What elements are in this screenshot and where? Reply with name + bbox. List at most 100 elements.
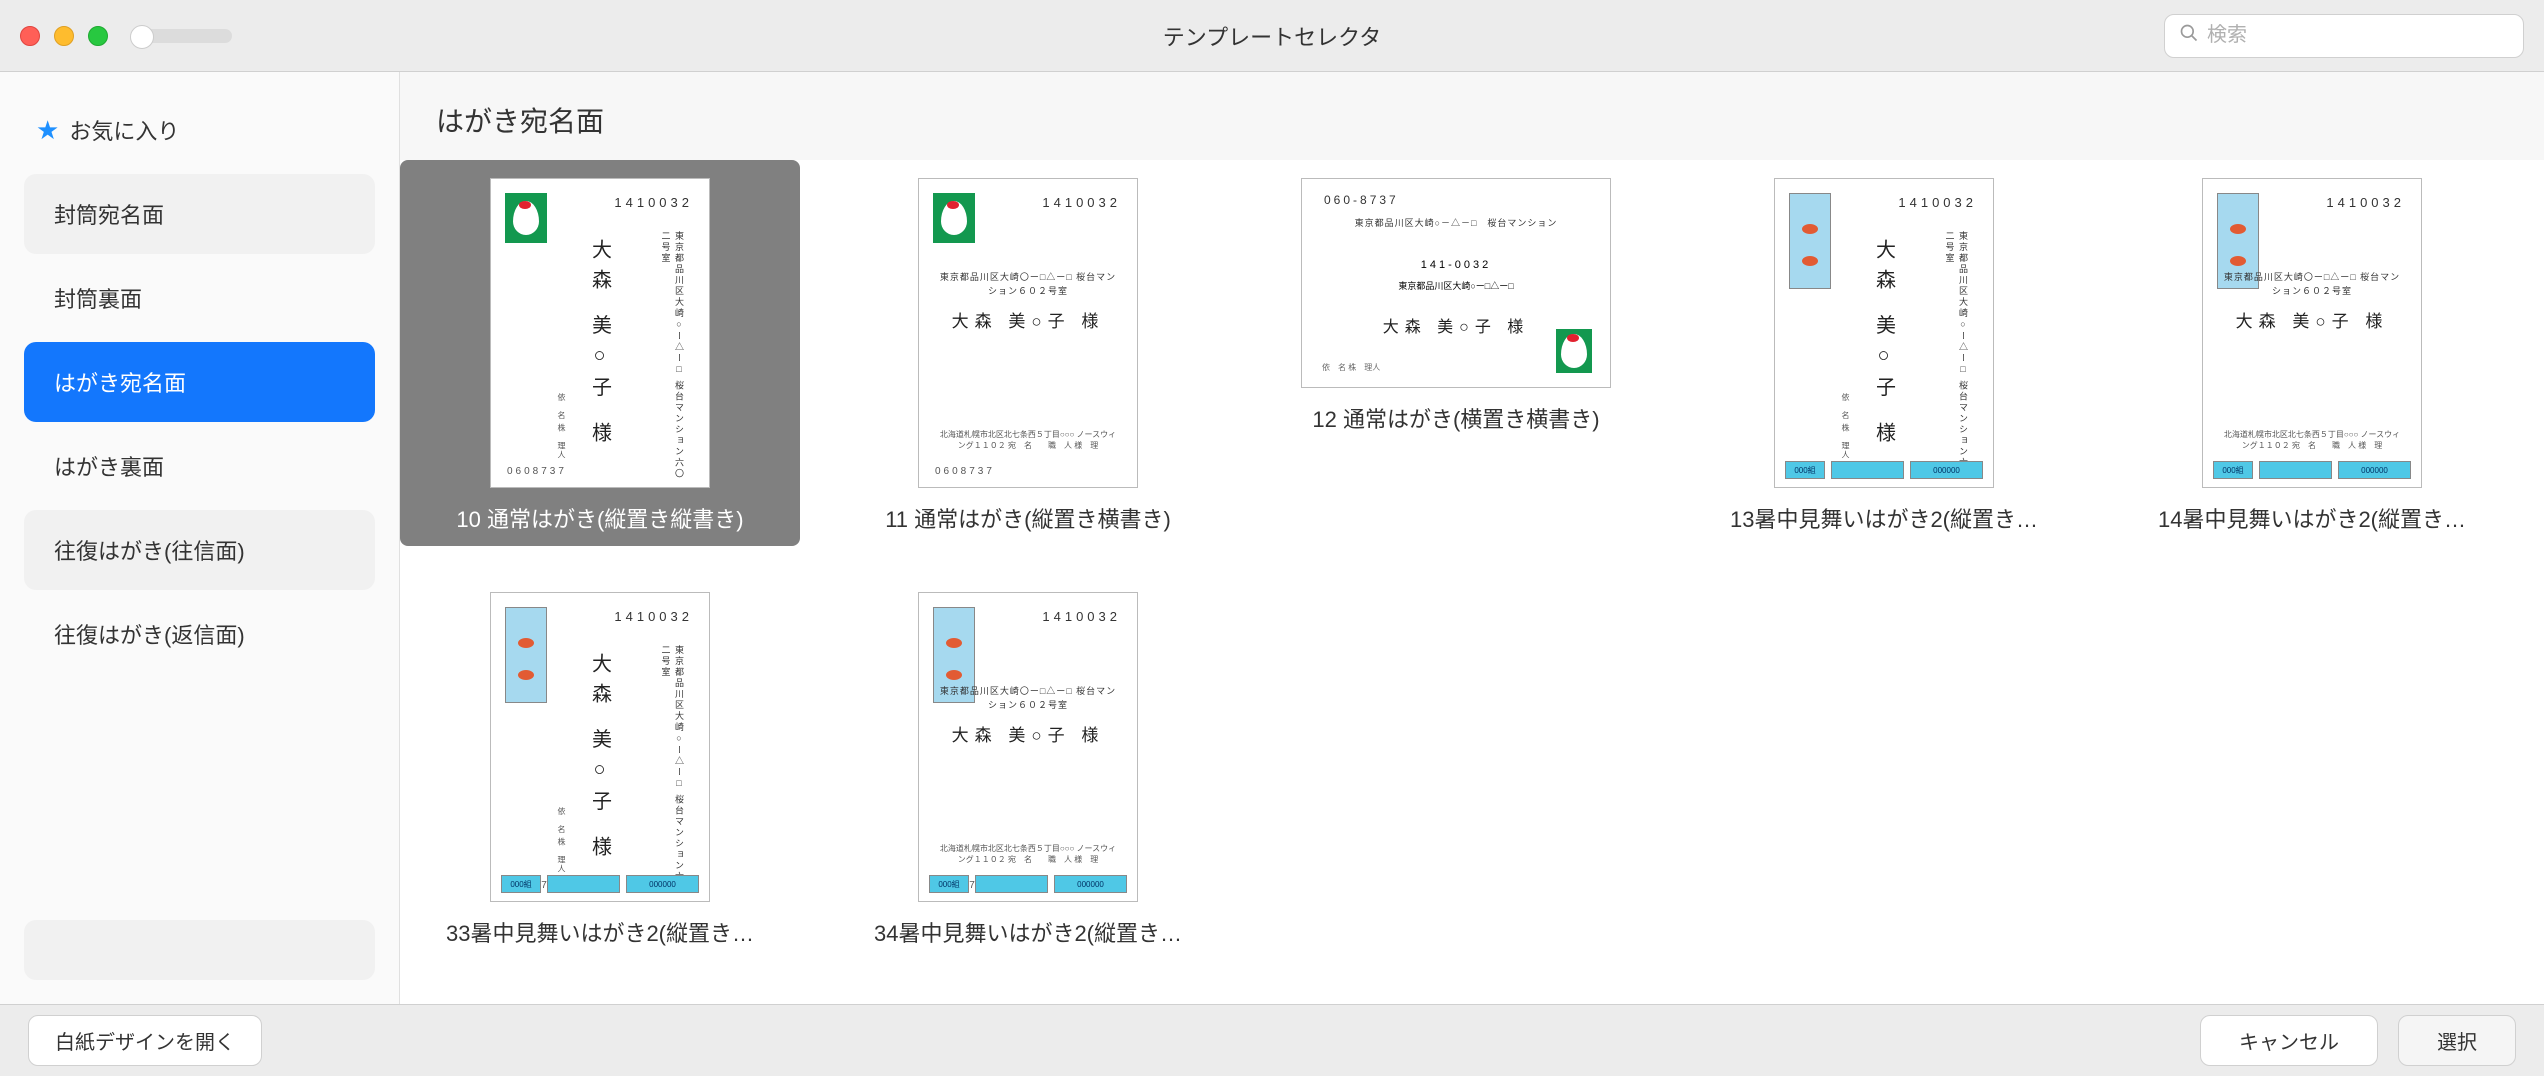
bluebar-right: 000000: [626, 875, 699, 893]
thumb-recipient-address: 東京都品川区大崎〇ー□△ー□ 桜台マンション６０２号室: [919, 271, 1137, 298]
sidebar-item-postcard-address[interactable]: はがき宛名面: [24, 342, 375, 422]
stamp-icon: [1556, 329, 1592, 373]
thumb-bluebar: 000組 000000: [929, 875, 1127, 893]
bluebar-left: 000組: [2213, 461, 2253, 479]
thumb-recipient-zip: 1410032: [1042, 609, 1121, 624]
sidebar-item-label: はがき宛名面: [54, 366, 186, 398]
template-cell[interactable]: 1410032 東京都品川区大崎○ー△ー□ 桜台マンション六〇二号室 大森 美○…: [400, 574, 800, 960]
bluebar-right: 000000: [1910, 461, 1983, 479]
thumb-recipient-name: 大森 美○子 様: [919, 721, 1137, 746]
bluebar-mid: [2259, 461, 2332, 479]
template-thumb: 1410032 東京都品川区大崎〇ー□△ー□ 桜台マンション６０２号室 大森 美…: [918, 178, 1138, 488]
content-header: はがき宛名面: [400, 72, 2544, 160]
thumb-recipient-zip: 1410032: [1042, 195, 1121, 210]
template-cell[interactable]: 1410032 東京都品川区大崎〇ー□△ー□ 桜台マンション６０２号室 大森 美…: [2112, 160, 2512, 546]
sidebar-item-label: 封筒裏面: [54, 282, 142, 314]
content-panel: はがき宛名面 1410032 東京都品川区大崎○ー△ー□ 桜台マンション六〇二号…: [400, 72, 2544, 1004]
template-cell[interactable]: 1410032 東京都品川区大崎〇ー□△ー□ 桜台マンション６０２号室 大森 美…: [828, 160, 1228, 546]
template-cell[interactable]: 1410032 東京都品川区大崎〇ー□△ー□ 桜台マンション６０２号室 大森 美…: [828, 574, 1228, 960]
template-thumb: 1410032 東京都品川区大崎○ー△ー□ 桜台マンション六〇二号室 大森 美○…: [490, 178, 710, 488]
thumb-recipient-address: 東京都品川区大崎○ー△ー□ 桜台マンション六〇二号室: [658, 645, 685, 901]
thumb-recipient-address: 東京都品川区大崎〇ー□△ー□ 桜台マンション６０２号室: [2203, 271, 2421, 298]
bluebar-left: 000組: [1785, 461, 1825, 479]
bluebar-right: 000000: [1054, 875, 1127, 893]
thumb-recipient-address: 東京都品川区大崎○ー□△ー□: [1302, 279, 1610, 292]
thumb-recipient-zip: 1410032: [1898, 195, 1977, 210]
thumb-recipient-zip: 1410032: [614, 195, 693, 210]
thumb-sender: 依 名 株 理人: [1322, 362, 1380, 373]
thumb-recipient-zip: 1410032: [2326, 195, 2405, 210]
thumb-recipient-address: 東京都品川区大崎○ー△ー□ 桜台マンション六〇二号室: [658, 231, 685, 487]
template-thumb: 1410032 東京都品川区大崎○ー△ー□ 桜台マンション六〇二号室 大森 美○…: [490, 592, 710, 902]
sidebar-item-envelope-address[interactable]: 封筒宛名面: [24, 174, 375, 254]
sidebar-favorites-label: お気に入り: [69, 114, 179, 146]
sidebar-item-postcard-back[interactable]: はがき裏面: [24, 426, 375, 506]
thumb-sender: 依 名 株 理人: [507, 807, 567, 873]
goldfish-icon: [1789, 193, 1831, 289]
search-box[interactable]: [2164, 14, 2524, 58]
search-icon: [2179, 23, 2199, 49]
sidebar-favorites[interactable]: ★ お気に入り: [24, 96, 375, 170]
sidebar-item-envelope-back[interactable]: 封筒裏面: [24, 258, 375, 338]
thumb-sender: 北海道札幌市北区北七条西５丁目○○○ ノースウィング１１０２ 宛 名 職 人 様…: [919, 429, 1137, 451]
thumb-sender-zip: 0608737: [507, 466, 567, 477]
blank-design-button[interactable]: 白紙デザインを開く: [28, 1015, 262, 1066]
template-label: 12 通常はがき(横置き横書き): [1312, 402, 1599, 434]
bluebar-left: 000組: [501, 875, 541, 893]
bluebar-mid: [975, 875, 1048, 893]
thumb-recipient-name: 大森 美○子 様: [1870, 239, 1899, 452]
minimize-window-button[interactable]: [54, 26, 74, 46]
thumb-bluebar: 000組 000000: [501, 875, 699, 893]
sidebar-item-reply-outgoing[interactable]: 往復はがき(往信面): [24, 510, 375, 590]
thumb-sender: 北海道札幌市北区北七条西５丁目○○○ ノースウィング１１０２ 宛 名 職 人 様…: [2203, 429, 2421, 451]
zoom-window-button[interactable]: [88, 26, 108, 46]
cancel-button[interactable]: キャンセル: [2200, 1015, 2378, 1066]
sidebar-item-label: 封筒宛名面: [54, 198, 164, 230]
template-label: 14暑中見舞いはがき2(縦置き…: [2158, 502, 2466, 534]
bluebar-right: 000000: [2338, 461, 2411, 479]
thumb-bluebar: 000組 000000: [2213, 461, 2411, 479]
thumb-recipient-name: 大森 美○子 様: [919, 307, 1137, 332]
thumb-sender: 依 名 株 理人: [507, 393, 567, 459]
title-slider[interactable]: [132, 29, 232, 43]
stamp-icon: [505, 193, 547, 243]
sidebar-placeholder: [24, 920, 375, 980]
thumb-sender-zip: 0608737: [935, 466, 995, 477]
thumb-recipient-zip: 1410032: [614, 609, 693, 624]
thumb-sender: 依 名 株 理人: [1791, 393, 1851, 459]
template-grid: 1410032 東京都品川区大崎○ー△ー□ 桜台マンション六〇二号室 大森 美○…: [400, 160, 2544, 1004]
template-label: 33暑中見舞いはがき2(縦置き…: [446, 916, 754, 948]
sidebar-item-label: 往復はがき(往信面): [54, 534, 245, 566]
template-cell[interactable]: 1410032 東京都品川区大崎○ー△ー□ 桜台マンション六〇二号室 大森 美○…: [1684, 160, 2084, 546]
template-thumb: 1410032 東京都品川区大崎○ー△ー□ 桜台マンション六〇二号室 大森 美○…: [1774, 178, 1994, 488]
sidebar-item-label: はがき裏面: [54, 450, 164, 482]
sidebar: ★ お気に入り 封筒宛名面 封筒裏面 はがき宛名面 はがき裏面 往復はがき(往信…: [0, 72, 400, 1004]
template-label: 10 通常はがき(縦置き縦書き): [456, 502, 743, 534]
template-cell[interactable]: 060-8737 東京都品川区大崎○－△－□ 桜台マンション 141-0032 …: [1256, 160, 1656, 546]
bluebar-left: 000組: [929, 875, 969, 893]
thumb-recipient-address: 東京都品川区大崎○ー△ー□ 桜台マンション六〇二号室: [1942, 231, 1969, 487]
sidebar-item-label: 往復はがき(返信面): [54, 618, 245, 650]
search-input[interactable]: [2207, 24, 2509, 47]
bluebar-mid: [1831, 461, 1904, 479]
window-title: テンプレートセレクタ: [1163, 20, 1381, 52]
traffic-lights: [20, 26, 108, 46]
thumb-sender: 北海道札幌市北区北七条西５丁目○○○ ノースウィング１１０２ 宛 名 職 人 様…: [919, 843, 1137, 865]
thumb-recipient-name: 大森 美○子 様: [586, 239, 615, 452]
select-button[interactable]: 選択: [2398, 1015, 2516, 1066]
close-window-button[interactable]: [20, 26, 40, 46]
thumb-bluebar: 000組 000000: [1785, 461, 1983, 479]
template-label: 13暑中見舞いはがき2(縦置き…: [1730, 502, 2038, 534]
thumb-top-zip: 060-8737: [1324, 193, 1399, 207]
goldfish-icon: [505, 607, 547, 703]
titlebar: テンプレートセレクタ: [0, 0, 2544, 72]
thumb-top-address: 東京都品川区大崎○－△－□ 桜台マンション: [1302, 217, 1610, 231]
template-thumb: 060-8737 東京都品川区大崎○－△－□ 桜台マンション 141-0032 …: [1301, 178, 1611, 388]
thumb-recipient-name: 大森 美○子 様: [2203, 307, 2421, 332]
template-thumb: 1410032 東京都品川区大崎〇ー□△ー□ 桜台マンション６０２号室 大森 美…: [918, 592, 1138, 902]
template-cell[interactable]: 1410032 東京都品川区大崎○ー△ー□ 桜台マンション六〇二号室 大森 美○…: [400, 160, 800, 546]
template-label: 11 通常はがき(縦置き横書き): [885, 502, 1171, 534]
main-area: ★ お気に入り 封筒宛名面 封筒裏面 はがき宛名面 はがき裏面 往復はがき(往信…: [0, 72, 2544, 1004]
template-label: 34暑中見舞いはがき2(縦置き…: [874, 916, 1182, 948]
sidebar-item-reply-return[interactable]: 往復はがき(返信面): [24, 594, 375, 674]
